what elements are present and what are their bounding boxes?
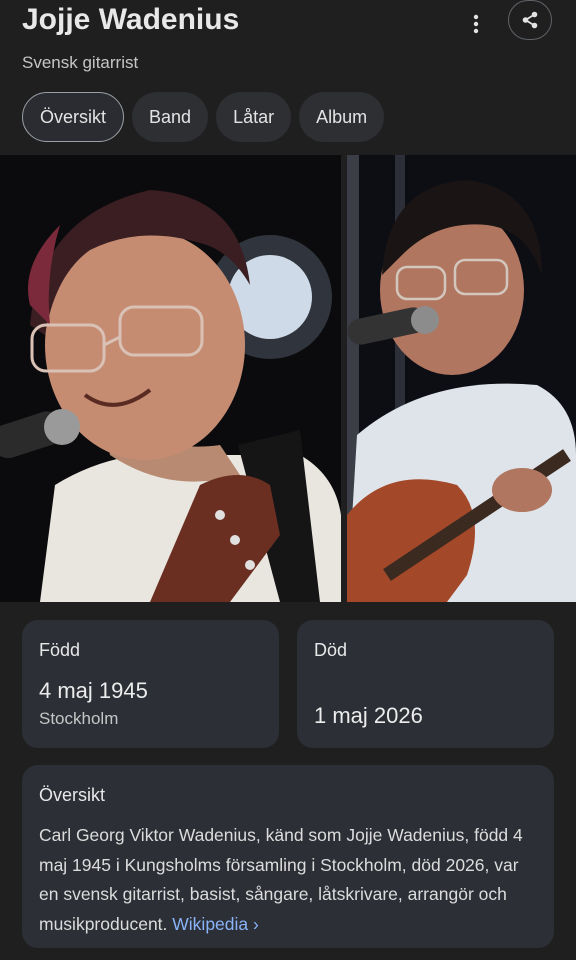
overview-text: Carl Georg Viktor Wadenius, känd som Joj… (39, 825, 523, 934)
panel-header: Jojje Wadenius Svensk gitarrist (0, 0, 576, 90)
entity-title: Jojje Wadenius (22, 3, 240, 36)
photo-1[interactable] (0, 155, 341, 602)
tab-latar[interactable]: Låtar (216, 92, 292, 142)
more-vert-icon (473, 14, 479, 34)
wikipedia-link-label[interactable]: Wikipedia (172, 914, 248, 934)
died-date: 1 maj 2026 (314, 703, 423, 728)
wikipedia-link[interactable]: Wikipedia › (172, 914, 259, 934)
tab-band[interactable]: Band (132, 92, 209, 142)
tab-bar: Översikt Band Låtar Album (22, 92, 385, 142)
chevron-right-icon: › (253, 913, 259, 934)
entity-subtitle: Svensk gitarrist (22, 53, 139, 72)
died-label: Död (314, 640, 348, 660)
born-card[interactable]: Född 4 maj 1945 Stockholm (22, 620, 279, 748)
share-button[interactable] (508, 0, 552, 40)
born-place: Stockholm (39, 709, 119, 728)
image-gallery (0, 155, 576, 602)
overview-card: Översikt Carl Georg Viktor Wadenius, kän… (22, 765, 554, 948)
share-icon (522, 11, 538, 29)
born-label: Född (39, 640, 81, 660)
tab-oversikt[interactable]: Översikt (22, 92, 125, 142)
overview-description: Carl Georg Viktor Wadenius, känd som Joj… (39, 821, 539, 939)
born-date: 4 maj 1945 (39, 678, 148, 703)
more-options-button[interactable] (460, 8, 492, 40)
overview-title: Översikt (39, 785, 106, 805)
died-card[interactable]: Död 1 maj 2026 (297, 620, 554, 748)
tab-album[interactable]: Album (299, 92, 385, 142)
photo-2[interactable] (347, 155, 576, 602)
knowledge-panel: Jojje Wadenius Svensk gitarrist Översikt… (0, 0, 576, 960)
